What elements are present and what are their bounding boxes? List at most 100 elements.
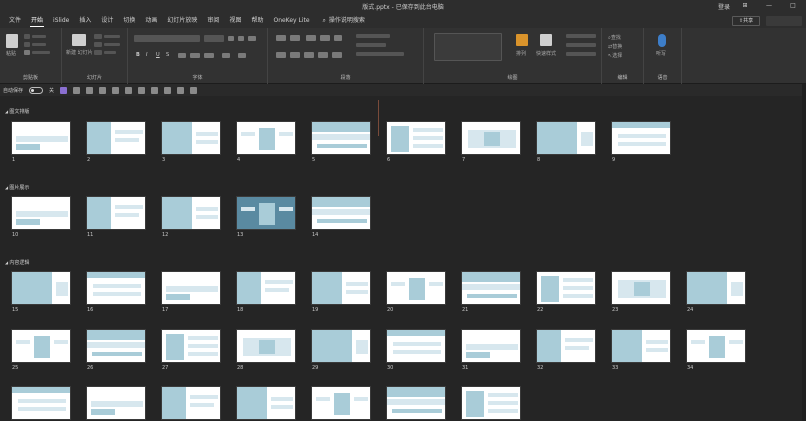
- shadow-button[interactable]: S: [166, 52, 169, 58]
- slide-thumbnail[interactable]: [686, 271, 746, 305]
- section-title-1[interactable]: 图文排版: [5, 108, 29, 115]
- bold-button[interactable]: B: [136, 52, 140, 58]
- slide-thumbnail[interactable]: [536, 329, 596, 363]
- clear-format-icon[interactable]: [248, 36, 256, 41]
- increase-indent-icon[interactable]: [320, 35, 330, 41]
- increase-font-icon[interactable]: [228, 36, 234, 41]
- layout-icon[interactable]: [94, 34, 102, 39]
- from-beginning-icon[interactable]: [112, 86, 120, 94]
- paste-icon[interactable]: [6, 34, 18, 48]
- slide-thumbnail[interactable]: [86, 329, 146, 363]
- touch-mode-icon[interactable]: [125, 86, 133, 94]
- find-button[interactable]: ⌕查找: [608, 34, 621, 41]
- microphone-icon[interactable]: [658, 34, 666, 47]
- slide-thumbnail[interactable]: [161, 271, 221, 305]
- new-slide-icon[interactable]: [72, 34, 86, 46]
- tab-view[interactable]: 视图: [224, 14, 246, 28]
- arrange-icon[interactable]: [516, 34, 528, 46]
- slide-thumbnail[interactable]: [536, 271, 596, 305]
- minimize-button[interactable]: —: [760, 2, 778, 11]
- underline-button[interactable]: U: [156, 52, 160, 58]
- shape-icon[interactable]: [151, 86, 159, 94]
- tab-home[interactable]: 开始: [26, 14, 48, 28]
- change-case-icon[interactable]: [204, 53, 214, 58]
- signin-link[interactable]: 登录: [718, 2, 730, 11]
- tab-onekey[interactable]: OneKey Lite: [268, 14, 314, 28]
- slide-thumbnail[interactable]: [461, 271, 521, 305]
- reset-icon[interactable]: [94, 42, 102, 47]
- text-direction-button[interactable]: [356, 34, 390, 38]
- align-text-button[interactable]: [356, 43, 386, 47]
- slide-thumbnail[interactable]: [161, 196, 221, 230]
- section-icon[interactable]: [94, 50, 102, 55]
- slide-thumbnail[interactable]: [386, 386, 446, 420]
- slide-thumbnail[interactable]: [461, 121, 521, 155]
- numbering-icon[interactable]: [290, 35, 300, 41]
- tab-help[interactable]: 帮助: [246, 14, 268, 28]
- decrease-indent-icon[interactable]: [306, 35, 316, 41]
- shape-outline-button[interactable]: [566, 43, 596, 47]
- convert-smartart-button[interactable]: [356, 52, 404, 56]
- replace-button[interactable]: ⇄替换: [608, 43, 622, 50]
- justify-icon[interactable]: [318, 52, 328, 58]
- select-button[interactable]: ↖选择: [608, 52, 622, 59]
- slide-thumbnail[interactable]: [311, 329, 371, 363]
- slide-thumbnail[interactable]: [311, 121, 371, 155]
- slide-thumbnail[interactable]: [161, 329, 221, 363]
- paste-qat-icon[interactable]: [177, 86, 185, 94]
- slide-thumbnail[interactable]: [11, 271, 71, 305]
- highlight-icon[interactable]: [222, 53, 230, 58]
- maximize-button[interactable]: □: [784, 2, 802, 11]
- present-icon[interactable]: [99, 86, 107, 94]
- comments-button[interactable]: [766, 16, 802, 26]
- strikethrough-icon[interactable]: [178, 53, 186, 58]
- redo-icon[interactable]: [86, 86, 94, 94]
- slide-thumbnail[interactable]: [86, 196, 146, 230]
- slide-thumbnail[interactable]: [86, 386, 146, 420]
- tab-transitions[interactable]: 切换: [118, 14, 140, 28]
- copy-qat-icon[interactable]: [164, 86, 172, 94]
- slide-thumbnail[interactable]: [236, 121, 296, 155]
- slide-thumbnail[interactable]: [11, 121, 71, 155]
- shape-effects-button[interactable]: [566, 52, 596, 56]
- font-size-select[interactable]: [204, 35, 224, 42]
- tab-insert[interactable]: 插入: [74, 14, 96, 28]
- section-title-2[interactable]: 图片展示: [5, 184, 29, 191]
- font-color-icon[interactable]: [238, 53, 246, 58]
- customize-icon[interactable]: [190, 86, 198, 94]
- tab-animations[interactable]: 动画: [140, 14, 162, 28]
- align-center-icon[interactable]: [290, 52, 300, 58]
- italic-button[interactable]: I: [146, 52, 147, 58]
- align-right-icon[interactable]: [304, 52, 314, 58]
- bullets-icon[interactable]: [276, 35, 286, 41]
- slide-thumbnail[interactable]: [161, 121, 221, 155]
- tab-design[interactable]: 设计: [96, 14, 118, 28]
- tab-file[interactable]: 文件: [4, 14, 26, 28]
- image-icon[interactable]: [138, 86, 146, 94]
- shapes-gallery[interactable]: [434, 33, 502, 61]
- slide-thumbnail[interactable]: [11, 329, 71, 363]
- copy-icon[interactable]: [24, 42, 30, 47]
- align-left-icon[interactable]: [276, 52, 286, 58]
- slide-thumbnail[interactable]: [611, 271, 671, 305]
- line-spacing-icon[interactable]: [334, 35, 342, 41]
- slide-thumbnail[interactable]: [236, 329, 296, 363]
- slide-thumbnail[interactable]: [236, 386, 296, 420]
- slide-thumbnail[interactable]: [161, 386, 221, 420]
- slide-thumbnail[interactable]: [461, 329, 521, 363]
- char-spacing-icon[interactable]: [190, 53, 200, 58]
- autosave-toggle[interactable]: [29, 86, 44, 94]
- format-painter-icon[interactable]: [24, 50, 30, 55]
- font-name-select[interactable]: [134, 35, 200, 42]
- section-title-3[interactable]: 内容逻辑: [5, 259, 29, 266]
- tab-slideshow[interactable]: 幻灯片放映: [162, 14, 202, 28]
- slide-thumbnail[interactable]: [386, 271, 446, 305]
- columns-icon[interactable]: [332, 52, 342, 58]
- slide-thumbnail[interactable]: [461, 386, 521, 420]
- save-icon[interactable]: [60, 86, 68, 94]
- slide-thumbnail[interactable]: [236, 271, 296, 305]
- decrease-font-icon[interactable]: [238, 36, 244, 41]
- slide-thumbnail[interactable]: [536, 121, 596, 155]
- slide-thumbnail[interactable]: [311, 386, 371, 420]
- slide-thumbnail[interactable]: [11, 196, 71, 230]
